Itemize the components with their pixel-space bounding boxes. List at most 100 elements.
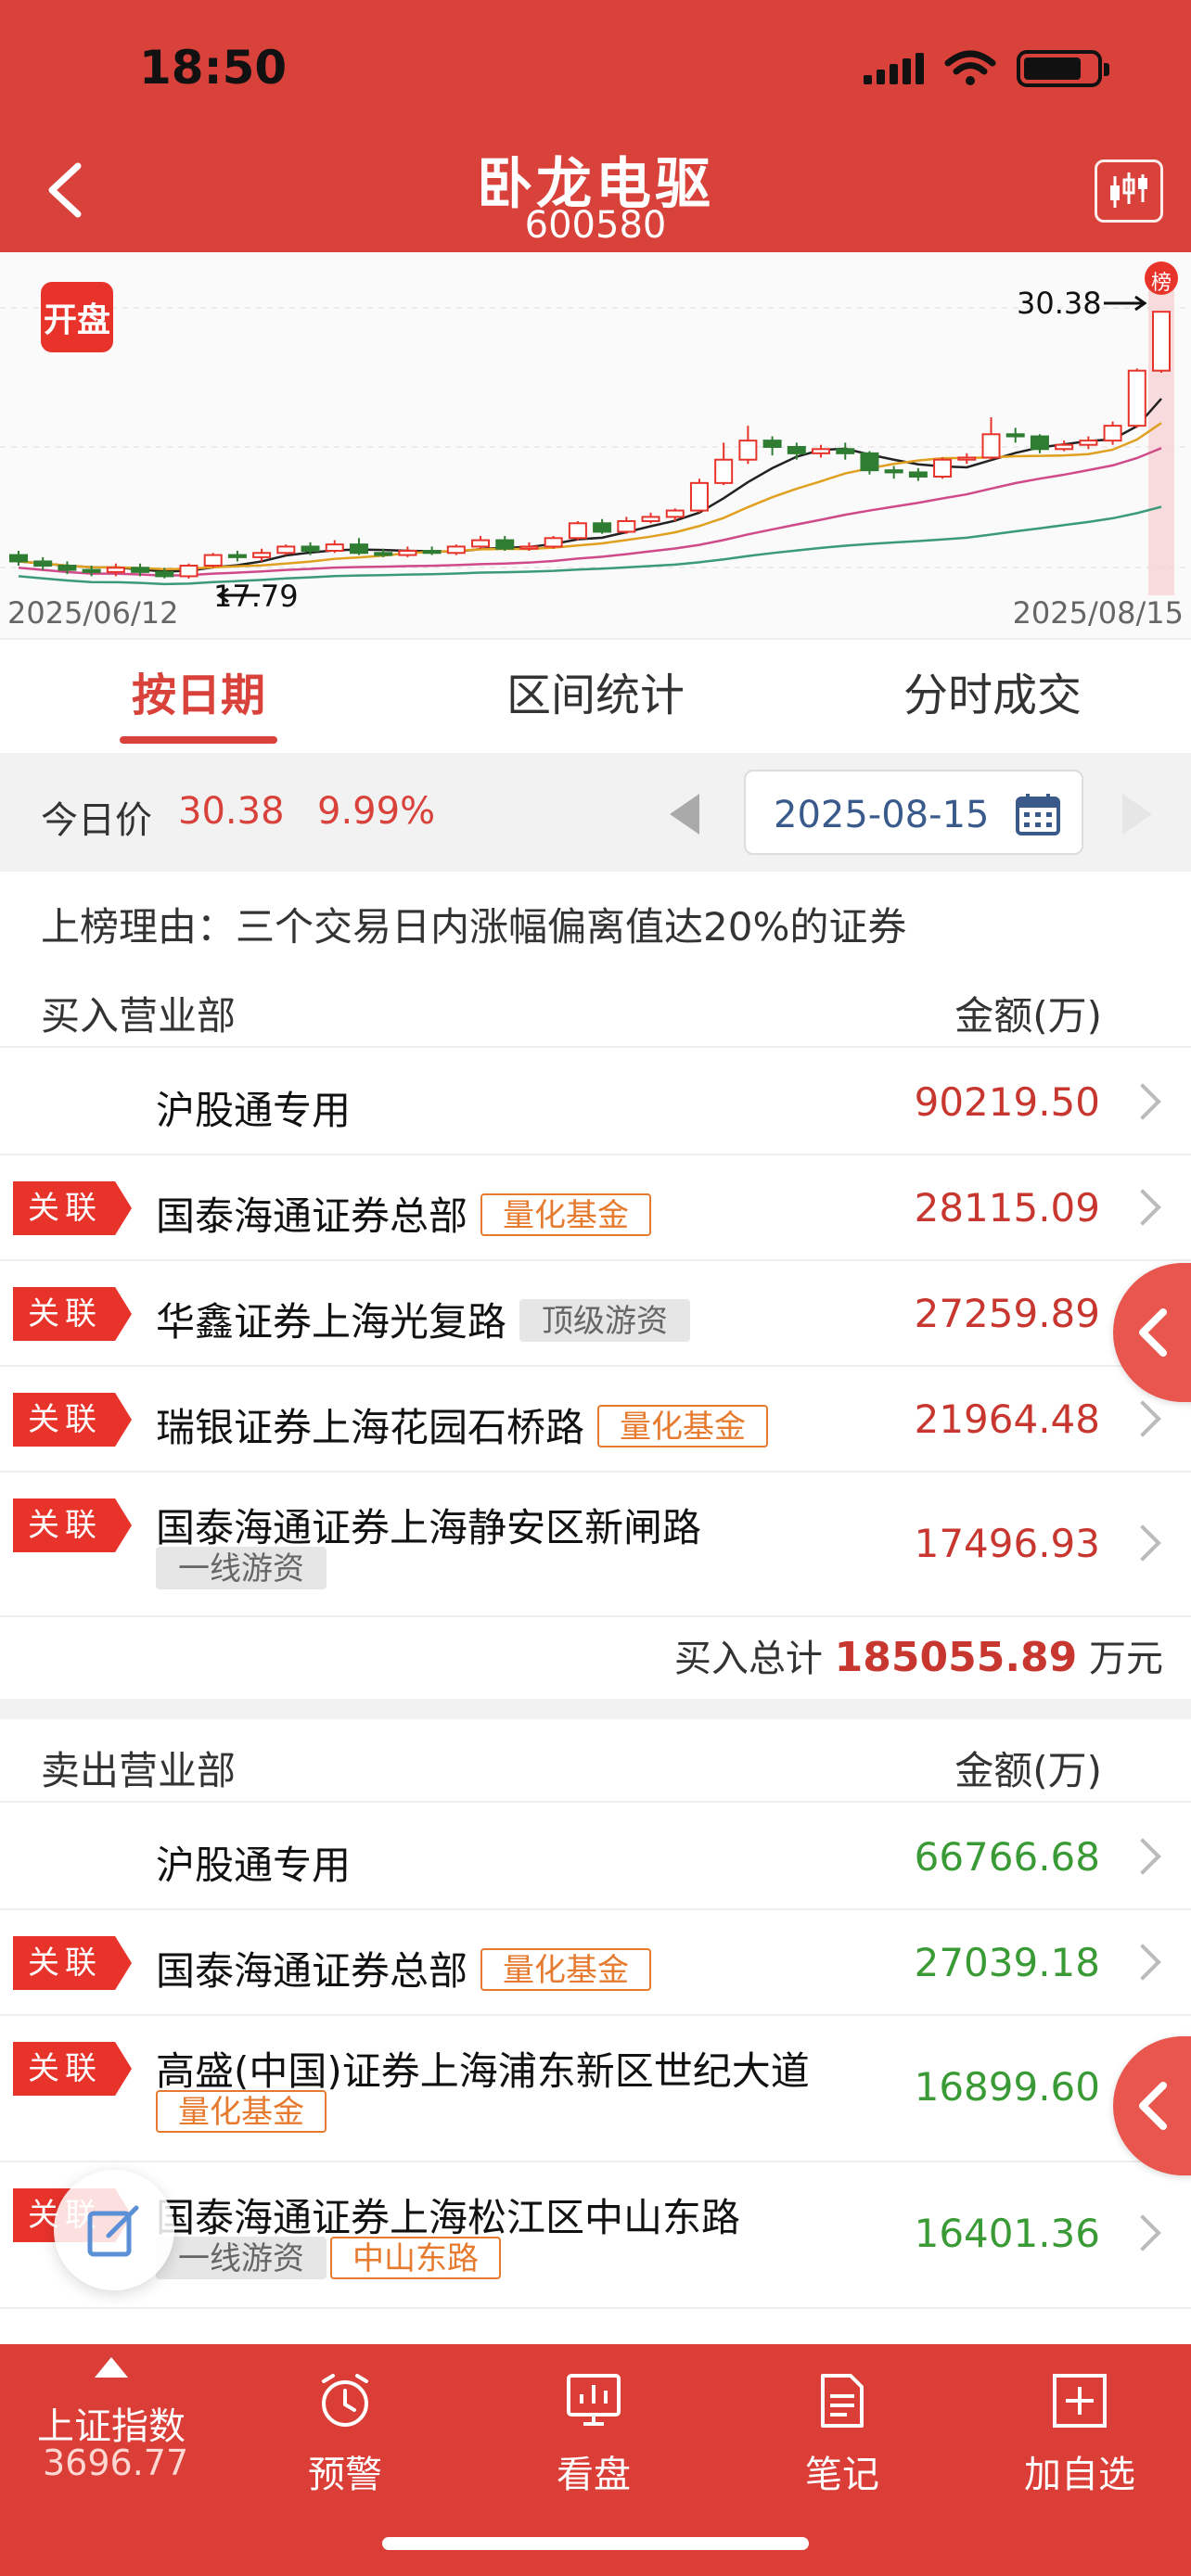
related-tag[interactable]: 关联	[13, 1393, 132, 1447]
seat-amount: 27039.18	[914, 1940, 1100, 1985]
today-price-value: 30.38	[178, 790, 285, 833]
seat-name-line: 国泰海通证券总部 量化基金	[156, 1940, 652, 1996]
candle-up	[179, 565, 198, 578]
sell-section-title: 卖出营业部	[41, 1748, 237, 1793]
tab-intraday-trades[interactable]: 分时成交	[794, 640, 1191, 751]
buy-row[interactable]: 关联 国泰海通证券上海静安区新闸路 一线游资 17496.93	[0, 1473, 1191, 1617]
buy-total-value: 185055.89	[834, 1634, 1078, 1681]
seat-name: 国泰海通证券上海松江区中山东路	[156, 2195, 741, 2240]
kline-chart[interactable]: 榜 开盘 30.38 17.79 2025/06/12 2025/08/15	[0, 252, 1191, 640]
seat-name-line: 华鑫证券上海光复路 顶级游资	[156, 1291, 691, 1347]
price-bar: 今日价 30.38 9.99% 2025-08-15	[0, 753, 1191, 872]
seat-amount: 21964.48	[914, 1396, 1100, 1442]
related-tag[interactable]: 关联	[13, 1936, 132, 1990]
candle-up	[933, 458, 953, 478]
nav-notes-label: 笔记	[805, 2454, 879, 2496]
chevron-right-icon	[1124, 2214, 1161, 2251]
seat-amount: 27259.89	[914, 1291, 1100, 1336]
sell-row[interactable]: 关联 国泰海通证券上海松江区中山东路 一线游资中山东路 16401.36	[0, 2162, 1191, 2309]
candle-up	[106, 567, 125, 573]
buy-total-unit: 万元	[1089, 1638, 1163, 1680]
candle-up	[641, 516, 660, 522]
status-icons	[864, 50, 1109, 87]
nav-notes[interactable]: 笔记	[740, 2344, 944, 2502]
candle-up	[981, 433, 1001, 459]
chevron-left-icon	[1139, 1308, 1167, 1357]
candle-down	[82, 568, 101, 573]
tab-bar: 按日期 区间统计 分时成交	[0, 640, 1191, 751]
buy-section-header: 买入营业部 金额(万)	[0, 964, 1191, 1048]
kline-button[interactable]	[1095, 159, 1163, 223]
sell-row[interactable]: 沪股通专用 66766.68	[0, 1804, 1191, 1910]
home-indicator	[382, 2537, 809, 2550]
seat-badge: 量化基金	[156, 2090, 327, 2133]
chevron-right-icon	[1124, 1944, 1161, 1981]
note-icon	[821, 2374, 864, 2428]
seat-badge: 顶级游资	[519, 1299, 691, 1342]
next-date-button[interactable]	[1122, 794, 1152, 835]
sell-row[interactable]: 关联 国泰海通证券总部 量化基金 27039.18	[0, 1910, 1191, 2016]
candle-up	[446, 545, 466, 555]
listing-reason: 上榜理由：三个交易日内涨幅偏离值达20%的证券	[0, 890, 1191, 964]
candle-up	[276, 545, 296, 555]
triangle-up-icon	[95, 2357, 128, 2378]
related-tag[interactable]: 关联	[13, 1498, 132, 1552]
date-picker[interactable]: 2025-08-15	[744, 770, 1083, 855]
edit-float-button[interactable]	[54, 2170, 174, 2290]
candlestick-icon	[1110, 172, 1147, 208]
candle-up	[471, 539, 491, 548]
seat-badge: 中山东路	[330, 2237, 501, 2279]
sell-section-header: 卖出营业部 金额(万)	[0, 1719, 1191, 1803]
stock-code: 600580	[524, 204, 667, 247]
buy-section-title: 买入营业部	[41, 993, 237, 1039]
nav-add-watchlist[interactable]: 加自选	[978, 2344, 1182, 2502]
candle-up	[812, 448, 831, 454]
nav-market[interactable]: 看盘	[492, 2344, 696, 2502]
chevron-right-icon	[1124, 1400, 1161, 1437]
chart-end-date: 2025/08/15	[1012, 595, 1184, 631]
wifi-icon	[944, 50, 996, 85]
alarm-clock-icon	[322, 2374, 368, 2427]
buy-row[interactable]: 关联 瑞银证券上海花园石桥路 量化基金 21964.48	[0, 1367, 1191, 1473]
seat-badges: 一线游资	[156, 1547, 330, 1589]
seat-badge: 量化基金	[480, 1193, 652, 1236]
tab-range-stats[interactable]: 区间统计	[397, 640, 794, 751]
tab-by-date[interactable]: 按日期	[0, 640, 397, 751]
prev-date-button[interactable]	[670, 794, 699, 835]
date-picker-value: 2025-08-15	[774, 794, 990, 836]
buy-row[interactable]: 关联 国泰海通证券总部 量化基金 28115.09	[0, 1155, 1191, 1261]
index-value: 3696.77	[43, 2442, 189, 2483]
candle-up	[1079, 440, 1098, 446]
ma5-line	[18, 398, 1162, 573]
seat-badge: 量化基金	[480, 1948, 652, 1991]
candle-down	[9, 554, 28, 563]
seat-name-line: 瑞银证券上海花园石桥路 量化基金	[156, 1396, 769, 1453]
edit-icon	[87, 2205, 139, 2257]
sell-row-partial	[0, 2309, 1191, 2344]
candle-up	[1055, 443, 1074, 451]
chart-start-date: 2025/06/12	[7, 595, 179, 631]
related-tag[interactable]: 关联	[13, 1181, 132, 1235]
seat-badge: 量化基金	[597, 1405, 769, 1447]
seat-amount: 66766.68	[914, 1834, 1100, 1880]
seat-badge: 一线游资	[156, 1547, 327, 1589]
nav-add-watchlist-label: 加自选	[1024, 2454, 1135, 2496]
sell-row[interactable]: 关联 高盛(中国)证券上海浦东新区世纪大道 量化基金 16899.60	[0, 2016, 1191, 2162]
nav-index[interactable]: 上证指数 3696.77	[0, 2344, 223, 2502]
section-divider	[0, 1699, 1191, 1719]
candle-up	[203, 554, 223, 567]
candle-up	[617, 520, 636, 533]
candle-down	[301, 545, 320, 552]
candle-down	[155, 570, 174, 578]
chevron-right-icon	[1124, 1524, 1161, 1562]
buy-row[interactable]: 沪股通专用 90219.50	[0, 1050, 1191, 1155]
candle-up	[252, 552, 272, 558]
candle-down	[908, 471, 928, 478]
candle-down	[349, 543, 368, 555]
nav-alert[interactable]: 预警	[243, 2344, 447, 2502]
related-tag[interactable]: 关联	[13, 2042, 132, 2096]
related-tag[interactable]: 关联	[13, 1287, 132, 1341]
buy-row[interactable]: 关联 华鑫证券上海光复路 顶级游资 27259.89	[0, 1261, 1191, 1367]
seat-amount: 16401.36	[914, 2211, 1100, 2256]
open-badge[interactable]: 开盘	[41, 282, 113, 352]
